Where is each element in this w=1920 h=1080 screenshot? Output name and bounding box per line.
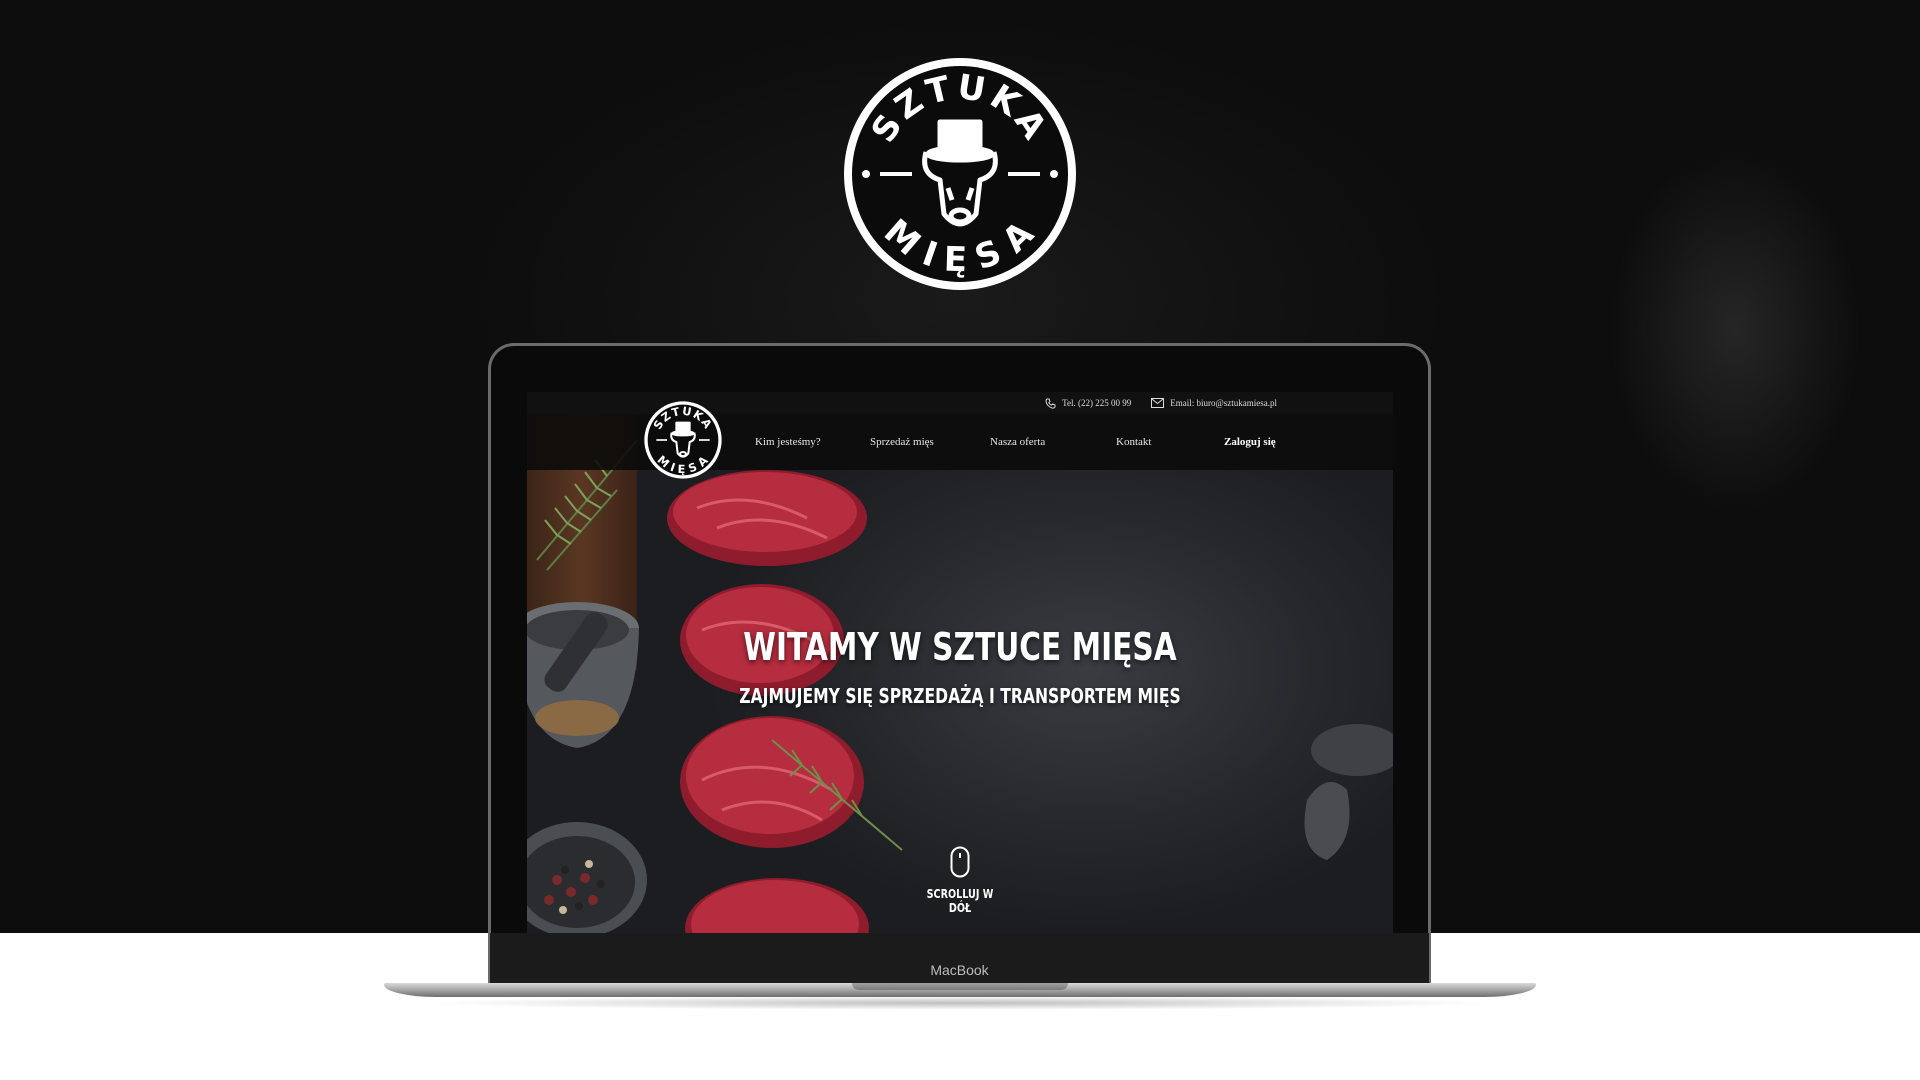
steak-image-3 bbox=[680, 716, 903, 851]
nav-item-login[interactable]: Zaloguj się bbox=[1224, 436, 1276, 448]
nav-item-contact[interactable]: Kontakt bbox=[1116, 436, 1151, 448]
mouse-icon[interactable] bbox=[950, 846, 970, 878]
dark-bowl-image bbox=[1304, 724, 1393, 860]
pepper-bowl-image bbox=[527, 822, 647, 933]
scroll-down-label[interactable]: SCROLLUJ W DÓŁ bbox=[920, 887, 1000, 915]
envelope-icon bbox=[1151, 398, 1165, 408]
phone-contact[interactable]: Tel. (22) 225 00 99 bbox=[1045, 398, 1131, 409]
nav-item-sales[interactable]: Sprzedaż mięs bbox=[870, 436, 934, 448]
brand-logo: SZTUKA MIĘSA bbox=[844, 58, 1076, 290]
macbook-label: MacBook bbox=[930, 962, 989, 978]
laptop-notch bbox=[852, 983, 1068, 990]
steak-image-4 bbox=[685, 878, 869, 933]
email-text: Email: biuro@sztukamiesa.pl bbox=[1170, 398, 1277, 408]
laptop-screen: WITAMY W SZTUCE MIĘSA ZAJMUJEMY SIĘ SPRZ… bbox=[527, 392, 1393, 933]
hero-subtitle: ZAJMUJEMY SIĘ SPRZEDAŻĄ I TRANSPORTEM MI… bbox=[739, 684, 1181, 708]
phone-icon bbox=[1045, 398, 1056, 409]
laptop-shadow bbox=[420, 996, 1500, 1010]
steak-image-1 bbox=[667, 470, 867, 566]
nav-item-offer[interactable]: Nasza oferta bbox=[990, 436, 1045, 448]
hero-section: WITAMY W SZTUCE MIĘSA ZAJMUJEMY SIĘ SPRZ… bbox=[527, 410, 1393, 933]
email-contact[interactable]: Email: biuro@sztukamiesa.pl bbox=[1151, 398, 1277, 408]
hero-title: WITAMY W SZTUCE MIĘSA bbox=[743, 625, 1177, 669]
laptop-chin: MacBook bbox=[490, 933, 1429, 983]
phone-text: Tel. (22) 225 00 99 bbox=[1062, 398, 1132, 408]
nav-item-about[interactable]: Kim jesteśmy? bbox=[755, 436, 821, 448]
site-logo[interactable]: SZTUKA MIĘSA bbox=[643, 400, 723, 480]
